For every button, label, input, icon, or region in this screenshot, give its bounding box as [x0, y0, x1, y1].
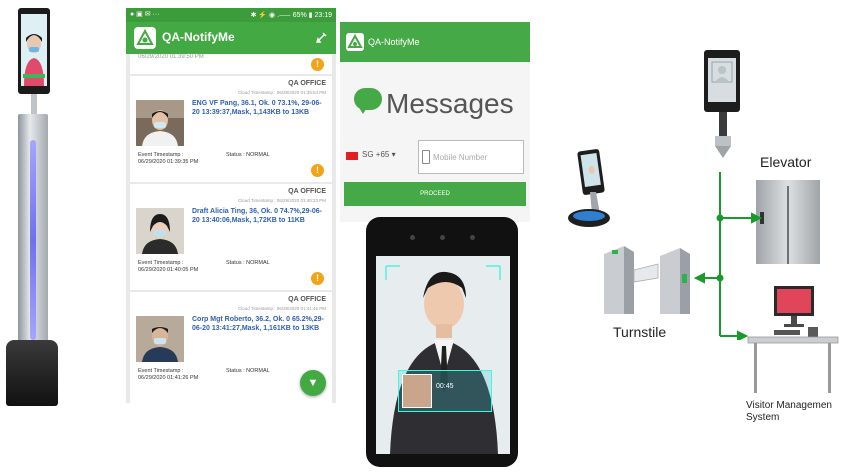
- vms-label-line1: Visitor Managemen: [746, 400, 832, 411]
- camera-lens: [440, 235, 445, 240]
- person-outline-icon: [711, 61, 733, 83]
- event-timestamp-value: 06/29/2020 01:39:35 PM: [138, 159, 199, 165]
- app-bar: QA-NotifyMe: [126, 22, 336, 54]
- web-messages-panel: QA-NotifyMe Messages SG +65 ▾ Mobile Num…: [340, 22, 530, 222]
- kiosk-screen: [21, 14, 47, 86]
- app-logo-icon: [136, 28, 154, 45]
- event-timestamp-label: Event Timestamp :: [138, 152, 184, 158]
- web-title: QA-NotifyMe: [368, 37, 420, 47]
- card-message: Draft Alicia Ting, 36, Ok. 0 74.7%,29-06…: [192, 208, 322, 224]
- web-logo-icon: [346, 33, 364, 51]
- card-office: QA OFFICE: [288, 296, 326, 303]
- person-photo: [136, 316, 184, 362]
- person-photo-illustration: [136, 100, 184, 146]
- list-item[interactable]: 06/29/2020 01:39:50 PM !: [130, 54, 332, 74]
- warning-icon[interactable]: !: [311, 272, 324, 285]
- elevator-label: Elevator: [760, 154, 812, 170]
- elevator-door-gap: [787, 186, 789, 264]
- event-timestamp-value: 06/29/2020 01:41:26 PM: [138, 375, 199, 381]
- scroll-down-button[interactable]: ▼: [300, 370, 326, 396]
- chevron-down-icon: ▼: [307, 377, 319, 389]
- app-logo-icon: [347, 33, 363, 48]
- event-timestamp-label: Event Timestamp :: [138, 260, 184, 266]
- warning-icon[interactable]: !: [311, 164, 324, 177]
- face-match-label: 00:45: [436, 383, 454, 390]
- app-logo: [134, 27, 156, 49]
- card-cloud-timestamp: Cloud Timestamp : 06/29/2020 01:40:23 PM: [237, 198, 326, 203]
- status-bar-left: ● ▣ ✉ ···: [130, 11, 160, 18]
- country-flag-icon: [346, 152, 358, 160]
- card-message: Corp Mgt Roberto, 36.2, Ok. 0 65.2%,29-0…: [192, 316, 324, 332]
- phone-app: ● ▣ ✉ ··· ✱ ⚡ ◉ .⸺ 65% ▮ 23:19 QA-Notify…: [126, 8, 336, 403]
- connector-lines: [693, 172, 763, 340]
- broom-icon: [315, 32, 327, 43]
- page-title: Messages: [386, 88, 514, 119]
- event-timestamp-value: 06/29/2020 01:40:05 PM: [138, 267, 199, 273]
- card-office: QA OFFICE: [288, 188, 326, 195]
- list-item[interactable]: QA OFFICE Cloud Timestamp : 06/29/2020 0…: [130, 76, 332, 182]
- tablet-stand-device: [568, 149, 610, 227]
- person-photo: [136, 100, 184, 146]
- wall-terminal-screen: [708, 58, 736, 102]
- clear-all-icon[interactable]: [315, 31, 328, 43]
- mobile-phone-icon: [422, 150, 430, 164]
- status-bar: ● ▣ ✉ ··· ✱ ⚡ ◉ .⸺ 65% ▮ 23:19: [126, 8, 336, 22]
- person-photo-illustration: [136, 208, 184, 254]
- country-code-select[interactable]: SG +65 ▾: [362, 150, 396, 159]
- status-text: Status : NORMAL: [226, 260, 270, 266]
- kiosk-base: [6, 340, 58, 406]
- kiosk-face-illustration: [21, 14, 47, 86]
- camera-lens: [410, 235, 415, 240]
- camera-lens: [470, 235, 475, 240]
- vms-label-line2: System: [746, 412, 780, 423]
- app-title: QA-NotifyMe: [162, 30, 235, 44]
- status-text: Status : NORMAL: [226, 368, 270, 374]
- status-text: Status : NORMAL: [226, 152, 270, 158]
- web-header: QA-NotifyMe: [340, 22, 530, 62]
- partial-timestamp: 06/29/2020 01:39:50 PM: [138, 54, 204, 60]
- kiosk-neck: [31, 94, 37, 116]
- proceed-button[interactable]: PROCEED: [344, 182, 526, 206]
- kiosk-light-strip: [30, 140, 36, 340]
- card-cloud-timestamp: Cloud Timestamp : 06/29/2020 01:39:54 PM: [237, 90, 326, 95]
- mobile-number-input[interactable]: Mobile Number: [418, 140, 524, 174]
- warning-icon[interactable]: !: [311, 58, 324, 71]
- status-bar-right: ✱ ⚡ ◉ .⸺ 65% ▮ 23:19: [250, 12, 332, 19]
- person-photo-illustration: [136, 316, 184, 362]
- terminal-screen: [376, 256, 510, 454]
- list-item[interactable]: QA OFFICE Cloud Timestamp : 06/29/2020 0…: [130, 184, 332, 290]
- face-thumbnail: [402, 374, 432, 408]
- turnstile-label: Turnstile: [613, 324, 667, 340]
- chat-bubble-tail: [358, 106, 368, 114]
- card-office: QA OFFICE: [288, 80, 326, 87]
- person-photo-illustration: [376, 256, 510, 454]
- card-message: ENG VF Pang, 36.1, Ok. 0 73.1%, 29-06-20…: [192, 100, 322, 116]
- event-timestamp-label: Event Timestamp :: [138, 368, 184, 374]
- person-photo: [136, 208, 184, 254]
- turnstile-device: [604, 246, 690, 314]
- card-cloud-timestamp: Cloud Timestamp : 06/29/2020 01:41:45 PM: [237, 306, 326, 311]
